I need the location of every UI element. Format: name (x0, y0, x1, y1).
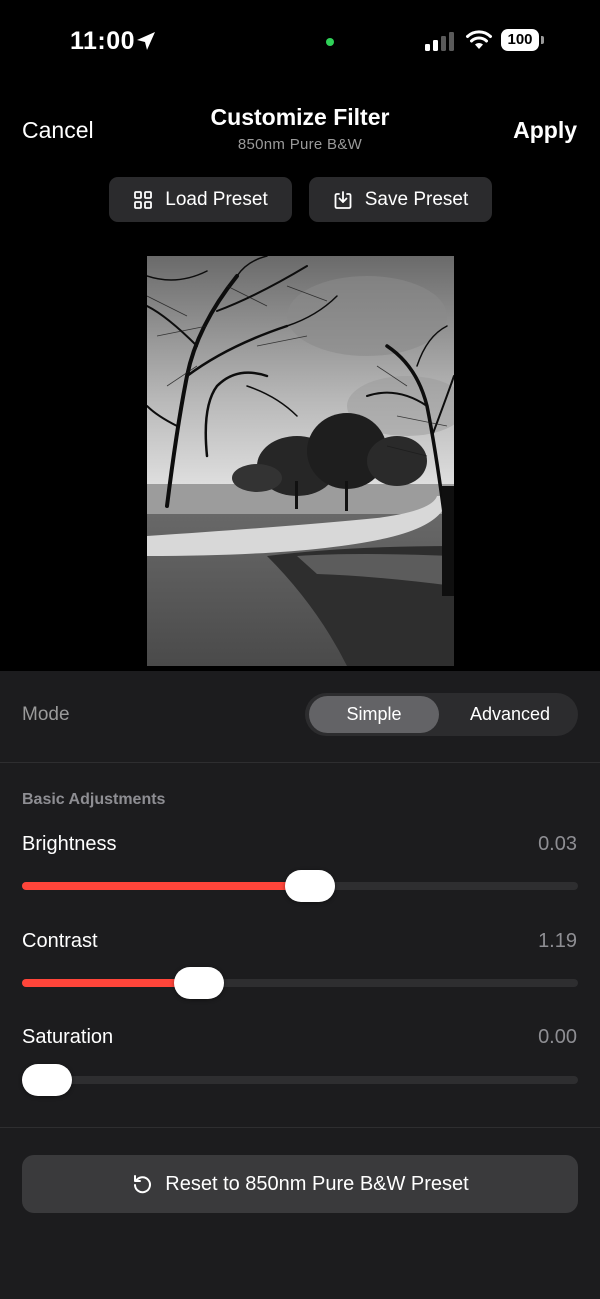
brightness-slider-fill (22, 882, 311, 890)
settings-panel: Mode Simple Advanced Basic Adjustments B… (0, 671, 600, 1299)
mode-option-simple[interactable]: Simple (309, 696, 439, 733)
camera-in-use-dot (326, 38, 334, 46)
mode-label: Mode (22, 704, 70, 725)
mode-option-advanced[interactable]: Advanced (445, 696, 575, 733)
brightness-value: 0.03 (538, 833, 577, 855)
battery-icon: 100 (501, 29, 545, 53)
save-preset-label: Save Preset (364, 188, 469, 210)
saturation-value: 0.00 (538, 1026, 577, 1048)
section-title-basic-adjustments: Basic Adjustments (22, 791, 166, 808)
contrast-slider[interactable] (22, 967, 578, 999)
contrast-label: Contrast (22, 930, 98, 952)
contrast-slider-thumb[interactable] (173, 967, 224, 999)
location-arrow-icon (137, 32, 155, 50)
save-preset-button[interactable]: Save Preset (309, 177, 492, 222)
status-time: 11:00 (70, 27, 136, 55)
download-tray-icon (334, 190, 352, 209)
cellular-signal-icon (425, 32, 454, 51)
contrast-value: 1.19 (538, 930, 577, 952)
brightness-slider[interactable] (22, 870, 578, 902)
divider (0, 762, 600, 763)
brightness-slider-thumb[interactable] (285, 870, 336, 902)
photo-preview (147, 256, 454, 666)
grid-icon (134, 190, 153, 209)
rotate-ccw-icon (134, 1175, 152, 1194)
apply-button[interactable]: Apply (513, 117, 577, 144)
battery-level: 100 (501, 29, 539, 51)
battery-tip (541, 36, 544, 44)
contrast-slider-fill (22, 979, 199, 987)
saturation-label: Saturation (22, 1026, 114, 1048)
brightness-label: Brightness (22, 833, 117, 855)
status-bar: 11:00 100 (0, 0, 600, 84)
wifi-icon (466, 30, 492, 49)
reset-preset-button[interactable]: Reset to 850nm Pure B&W Preset (22, 1155, 578, 1213)
saturation-slider[interactable] (22, 1064, 578, 1096)
load-preset-label: Load Preset (165, 188, 268, 210)
saturation-slider-thumb[interactable] (22, 1064, 72, 1096)
load-preset-button[interactable]: Load Preset (109, 177, 292, 222)
reset-preset-label: Reset to 850nm Pure B&W Preset (165, 1172, 469, 1195)
mode-segmented-control: Simple Advanced (305, 693, 578, 736)
page-title: Customize Filter (210, 104, 390, 130)
page-subtitle: 850nm Pure B&W (237, 136, 363, 153)
divider (0, 1127, 600, 1128)
